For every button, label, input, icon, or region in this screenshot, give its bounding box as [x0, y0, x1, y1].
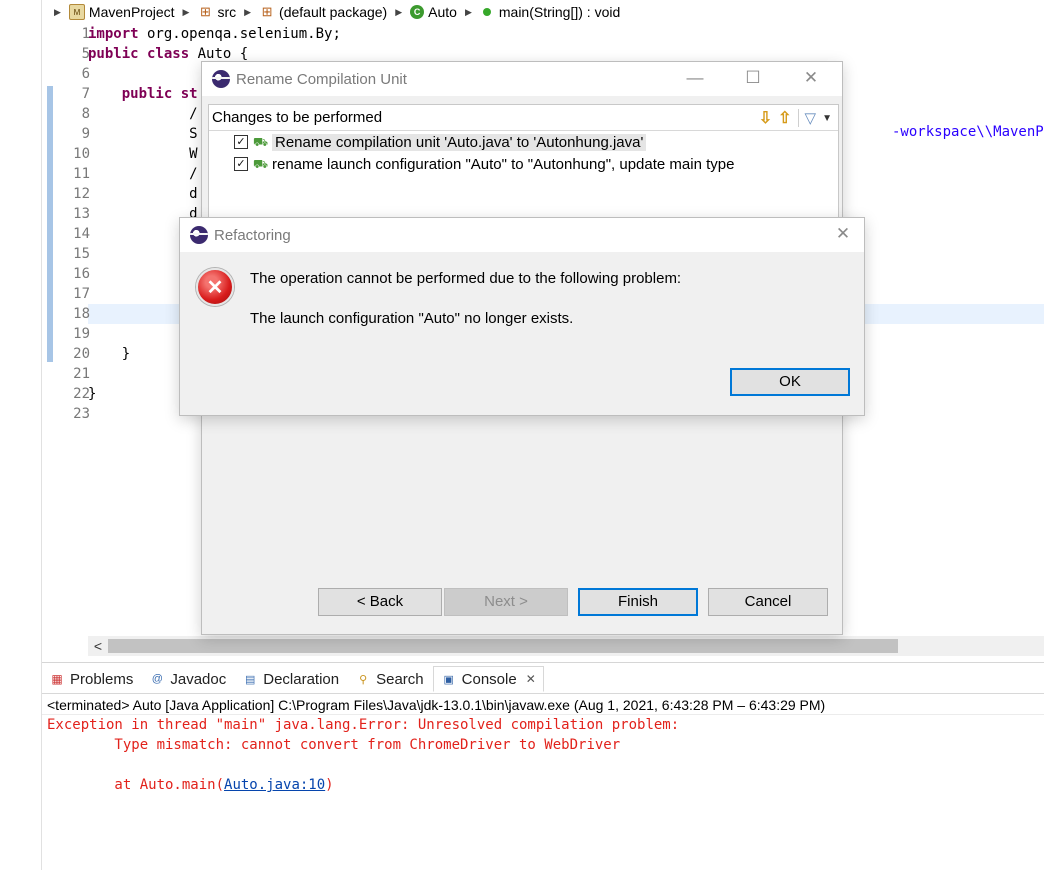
code-line[interactable]: import org.openqa.selenium.By; — [88, 24, 1038, 44]
change-checkbox[interactable]: ✓ — [234, 157, 248, 171]
change-item[interactable]: ✓ ⛟ Rename compilation unit 'Auto.java' … — [209, 131, 838, 153]
toolbar-separator — [797, 109, 799, 127]
change-checkbox[interactable]: ✓ — [234, 135, 248, 149]
eclipse-icon — [212, 70, 230, 88]
breadcrumb-method[interactable]: main(String[]) : void — [480, 4, 620, 20]
chevron-right-icon[interactable]: ▶ — [54, 7, 61, 18]
changes-header: Changes to be performed ⇩ ⇧ ▽ ▼ — [209, 105, 838, 131]
dialog-title: Refactoring — [214, 226, 291, 244]
chevron-right-icon[interactable]: ▶ — [183, 7, 190, 18]
package-icon: ⊞ — [261, 4, 273, 19]
close-icon[interactable]: ✕ — [796, 68, 826, 88]
console-header: <terminated> Auto [Java Application] C:\… — [42, 693, 1044, 715]
back-button[interactable]: < Back — [318, 588, 442, 616]
cancel-button[interactable]: Cancel — [708, 588, 828, 616]
dialog-titlebar[interactable]: Rename Compilation Unit — ☐ ✕ — [202, 62, 842, 96]
changes-toolbar: ⇩ ⇧ ▽ ▼ — [759, 108, 832, 128]
breadcrumb-src[interactable]: ⊞ src — [197, 4, 236, 20]
eclipse-icon — [190, 226, 208, 244]
ok-button[interactable]: OK — [730, 368, 850, 396]
console-output[interactable]: Exception in thread "main" java.lang.Err… — [47, 715, 1037, 795]
finish-button[interactable]: Finish — [578, 588, 698, 616]
changes-label: Changes to be performed — [212, 109, 383, 126]
class-icon: C — [410, 5, 425, 19]
previous-change-icon[interactable]: ⇧ — [778, 108, 791, 128]
breadcrumb-project[interactable]: M MavenProject — [68, 4, 175, 20]
search-icon: ⚲ — [359, 673, 368, 686]
tab-declaration[interactable]: ▤ Declaration — [235, 666, 346, 692]
filter-icon[interactable]: ▽ — [805, 109, 817, 127]
chevron-right-icon[interactable]: ▶ — [244, 7, 251, 18]
breadcrumb-class[interactable]: C Auto — [410, 4, 457, 20]
console-icon: ▣ — [443, 673, 454, 686]
rename-change-icon: ⛟ — [253, 135, 269, 149]
javadoc-icon: @ — [151, 673, 163, 685]
refactoring-error-dialog: Refactoring ✕ ✕ The operation cannot be … — [179, 217, 865, 416]
chevron-right-icon[interactable]: ▶ — [395, 7, 402, 18]
next-button[interactable]: Next > — [444, 588, 568, 616]
source-folder-icon: ⊞ — [199, 4, 211, 19]
tab-problems[interactable]: ▦ Problems — [42, 666, 140, 692]
scroll-left-icon[interactable]: < — [88, 636, 108, 656]
string-literal-fragment: -workspace\\MavenProjec — [892, 124, 1044, 140]
stacktrace-link[interactable]: Auto.java:10 — [224, 777, 325, 793]
change-label: rename launch configuration "Auto" to "A… — [272, 155, 735, 173]
close-icon[interactable]: ✕ — [526, 672, 536, 686]
breadcrumb-package[interactable]: ⊞ (default package) — [259, 4, 388, 20]
problems-icon: ▦ — [51, 672, 63, 686]
console-line: Type mismatch: cannot convert from Chrom… — [47, 737, 621, 753]
rename-change-icon: ⛟ — [253, 157, 269, 171]
chevron-down-icon[interactable]: ▼ — [822, 113, 832, 124]
error-message: The operation cannot be performed due to… — [250, 270, 682, 287]
maven-project-icon: M — [68, 4, 85, 20]
chevron-right-icon[interactable]: ▶ — [465, 7, 472, 18]
editor-horizontal-scrollbar[interactable]: < — [88, 636, 1044, 656]
scrollbar-thumb[interactable] — [108, 639, 898, 653]
dialog-titlebar[interactable]: Refactoring ✕ — [180, 218, 864, 252]
breadcrumb: ▶ M MavenProject ▶ ⊞ src ▶ ⊞ (default pa… — [42, 0, 1044, 24]
view-tabs: ▦ Problems @ Javadoc ▤ Declaration ⚲ Sea… — [42, 665, 544, 693]
error-detail: The launch configuration "Auto" no longe… — [250, 310, 574, 327]
tab-console[interactable]: ▣ Console ✕ — [432, 666, 544, 692]
bottom-views-panel: ▦ Problems @ Javadoc ▤ Declaration ⚲ Sea… — [42, 662, 1044, 870]
next-change-icon[interactable]: ⇩ — [759, 108, 772, 128]
dialog-title: Rename Compilation Unit — [236, 70, 407, 88]
error-icon: ✕ — [196, 268, 234, 306]
workspace-left-gutter — [0, 0, 42, 870]
change-item[interactable]: ✓ ⛟ rename launch configuration "Auto" t… — [209, 153, 838, 175]
minimize-icon[interactable]: — — [680, 68, 710, 88]
method-icon — [482, 8, 491, 16]
tab-javadoc[interactable]: @ Javadoc — [142, 666, 233, 692]
console-line: Exception in thread "main" java.lang.Err… — [47, 717, 688, 733]
maximize-icon[interactable]: ☐ — [738, 68, 768, 88]
change-marker — [47, 86, 53, 362]
change-label: Rename compilation unit 'Auto.java' to '… — [272, 133, 647, 151]
tab-search[interactable]: ⚲ Search — [348, 666, 431, 692]
console-line: at Auto.main(Auto.java:10) — [47, 777, 334, 793]
declaration-icon: ▤ — [245, 673, 256, 686]
close-icon[interactable]: ✕ — [828, 224, 858, 244]
